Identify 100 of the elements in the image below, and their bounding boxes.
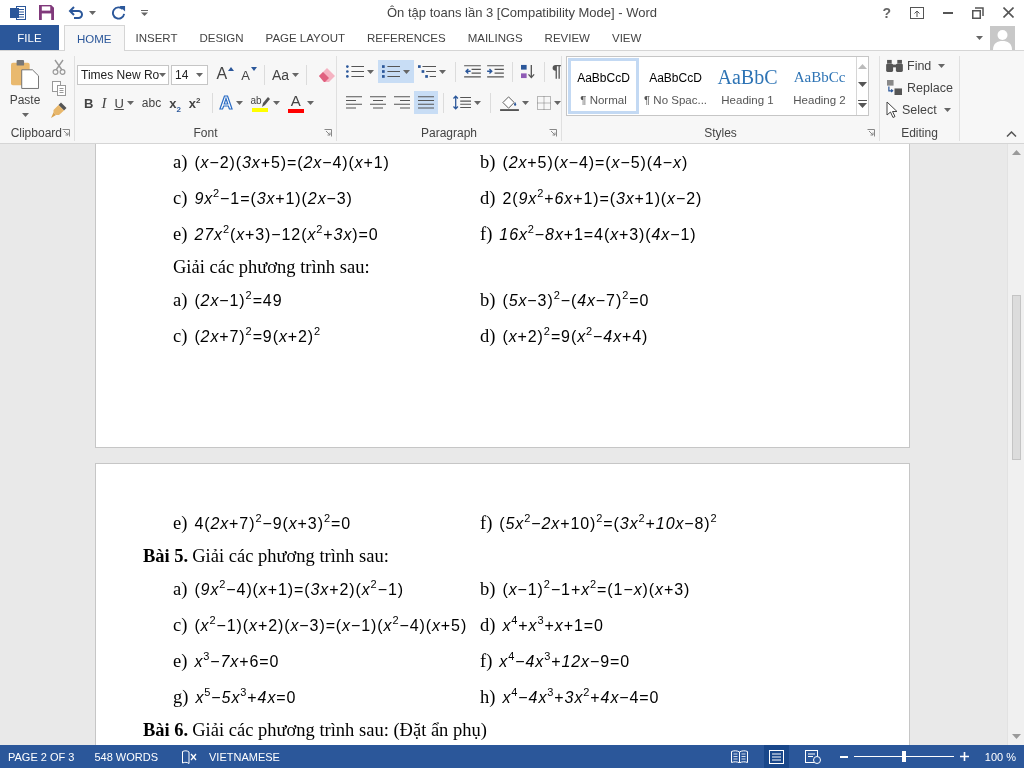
caret-icon xyxy=(126,101,134,105)
undo-icon[interactable] xyxy=(68,5,84,20)
caret-icon xyxy=(306,101,314,105)
style-item[interactable]: AaBbCc Heading 2 xyxy=(784,58,855,114)
print-layout-button[interactable] xyxy=(763,745,789,768)
window-title: Ôn tập toans lần 3 [Compatibility Mode] - Word xyxy=(387,5,657,20)
caret-icon[interactable] xyxy=(89,10,96,15)
exercise-number: Bài 6. xyxy=(143,719,189,741)
ribbon-tab[interactable]: INSERT xyxy=(124,25,189,50)
dialog-launcher-icon[interactable] xyxy=(62,128,70,137)
equation: x$^{4}$+x$^{3}$+x+1=0 xyxy=(502,616,604,635)
document-logo-icon[interactable] xyxy=(10,4,26,21)
subscript-button[interactable]: x$_{2}$ xyxy=(167,92,183,114)
shrink-font-button[interactable]: A xyxy=(239,64,259,86)
page-icon xyxy=(768,749,784,764)
proofing-book-icon[interactable] xyxy=(182,749,197,764)
increase-indent-icon[interactable] xyxy=(487,65,504,78)
show-marks-button[interactable]: ¶ xyxy=(550,60,564,83)
zoom-level[interactable]: 100 % xyxy=(984,750,1016,763)
equation: 4(2x+7)$^{2}$−9(x+3)$^{2}$=0 xyxy=(194,514,351,533)
numbering-button[interactable] xyxy=(378,60,414,83)
more-icon[interactable] xyxy=(858,100,867,109)
copy-icon[interactable] xyxy=(52,81,66,96)
cursor-icon xyxy=(886,101,898,118)
dialog-launcher-icon[interactable] xyxy=(324,128,332,137)
word-count[interactable]: 548 WORDS xyxy=(94,750,158,763)
item-label: a) xyxy=(173,151,188,173)
binoculars-icon xyxy=(886,59,903,72)
italic-button[interactable]: I xyxy=(99,92,109,114)
zoom-in-icon[interactable] xyxy=(959,752,969,761)
save-icon[interactable] xyxy=(39,5,54,20)
slider-thumb[interactable] xyxy=(901,751,906,762)
paintbrush-icon[interactable] xyxy=(51,102,67,118)
equation: (2x+5)(x−4)=(x−5)(4−x) xyxy=(502,153,689,172)
font-name-field[interactable]: Times New Ro xyxy=(77,65,169,85)
dialog-launcher-icon[interactable] xyxy=(549,128,557,137)
equation: 2(9x$^{2}$+6x+1)=(3x+1)(x−2) xyxy=(502,189,703,208)
superscript-button[interactable]: x$^{2}$ xyxy=(186,92,203,114)
bold-button[interactable]: B xyxy=(82,92,96,114)
decrease-indent-icon[interactable] xyxy=(464,65,481,78)
scissors-icon[interactable] xyxy=(52,59,66,75)
caret-icon xyxy=(943,107,951,112)
justify-button[interactable] xyxy=(414,91,438,114)
style-item[interactable]: AaBbCcD ¶ Normal xyxy=(568,58,639,114)
ribbon-tab[interactable]: PAGE LAYOUT xyxy=(254,25,357,50)
style-name: Heading 1 xyxy=(721,93,774,106)
underline-button[interactable]: U xyxy=(112,92,136,114)
caret-icon xyxy=(474,100,481,105)
ribbon-tab[interactable]: REFERENCES xyxy=(356,25,457,50)
group-label: Font xyxy=(193,125,218,140)
customize-menu-icon[interactable] xyxy=(141,9,148,16)
page-count[interactable]: PAGE 2 OF 3 xyxy=(8,750,75,763)
caret-icon xyxy=(159,73,167,77)
group-label: Paragraph xyxy=(420,125,477,140)
item-label: e) xyxy=(173,223,188,245)
strikethrough-button[interactable]: abc xyxy=(139,92,164,114)
vertical-scrollbar[interactable] xyxy=(1007,144,1024,745)
group-label: Styles xyxy=(704,125,737,140)
equation: (2x+7)$^{2}$=9(x+2)$^{2}$ xyxy=(194,327,322,346)
style-item[interactable]: AaBbC Heading 1 xyxy=(712,58,783,114)
caret-icon xyxy=(403,69,410,74)
ribbon-tab[interactable]: HOME xyxy=(64,25,125,51)
paste-button[interactable]: Paste xyxy=(5,56,45,124)
highlight-button[interactable]: ab xyxy=(248,92,282,114)
ribbon-tab[interactable]: REVIEW xyxy=(533,25,601,50)
equation: (2x−1)$^{2}$=49 xyxy=(194,291,283,310)
ribbon-tab[interactable]: VIEW xyxy=(601,25,653,50)
equation: x$^{4}$−4x$^{3}$+12x−9=0 xyxy=(499,652,631,671)
find-button[interactable]: Find xyxy=(886,56,959,75)
select-button[interactable]: Select xyxy=(886,100,959,119)
change-case-button[interactable]: Aa xyxy=(269,64,301,86)
dialog-launcher-icon[interactable] xyxy=(867,128,875,137)
restore-icon[interactable] xyxy=(972,6,984,19)
replace-button[interactable]: Replace xyxy=(886,78,959,97)
help-button[interactable]: ? xyxy=(882,4,891,21)
justify-icon xyxy=(418,96,434,109)
sort-icon[interactable] xyxy=(521,64,536,79)
collapse-ribbon-icon[interactable] xyxy=(1006,131,1017,137)
scroll-down-icon[interactable] xyxy=(858,82,867,87)
eraser-icon[interactable] xyxy=(318,67,336,83)
language-label[interactable]: VIETNAMESE xyxy=(209,750,280,763)
equation: (x−2)(3x+5)=(2x−4)(x+1) xyxy=(194,153,390,172)
font-size-field[interactable]: 14 xyxy=(171,65,208,85)
close-icon[interactable] xyxy=(1003,7,1014,18)
equation: (9x$^{2}$−4)(x+1)=(3x+2)(x$^{2}$−1) xyxy=(194,580,404,599)
font-color-button[interactable]: A xyxy=(285,92,316,114)
file-tab[interactable]: FILE xyxy=(0,25,59,50)
ribbon-tab[interactable]: DESIGN xyxy=(188,25,255,50)
redo-icon[interactable] xyxy=(111,5,126,20)
grow-font-button[interactable]: A xyxy=(214,64,237,86)
style-item[interactable]: AaBbCcD ¶ No Spac... xyxy=(640,58,711,114)
item-label: g) xyxy=(173,686,189,708)
ribbon-tab[interactable]: MAILINGS xyxy=(456,25,534,50)
scrollbar-thumb[interactable] xyxy=(1011,295,1021,460)
zoom-out-icon[interactable] xyxy=(839,755,848,758)
item-label: f) xyxy=(480,650,493,672)
caret-icon[interactable] xyxy=(976,35,983,40)
minimize-icon[interactable] xyxy=(943,11,953,14)
ribbon-display-icon[interactable] xyxy=(910,6,924,19)
align-right-icon xyxy=(394,96,410,109)
